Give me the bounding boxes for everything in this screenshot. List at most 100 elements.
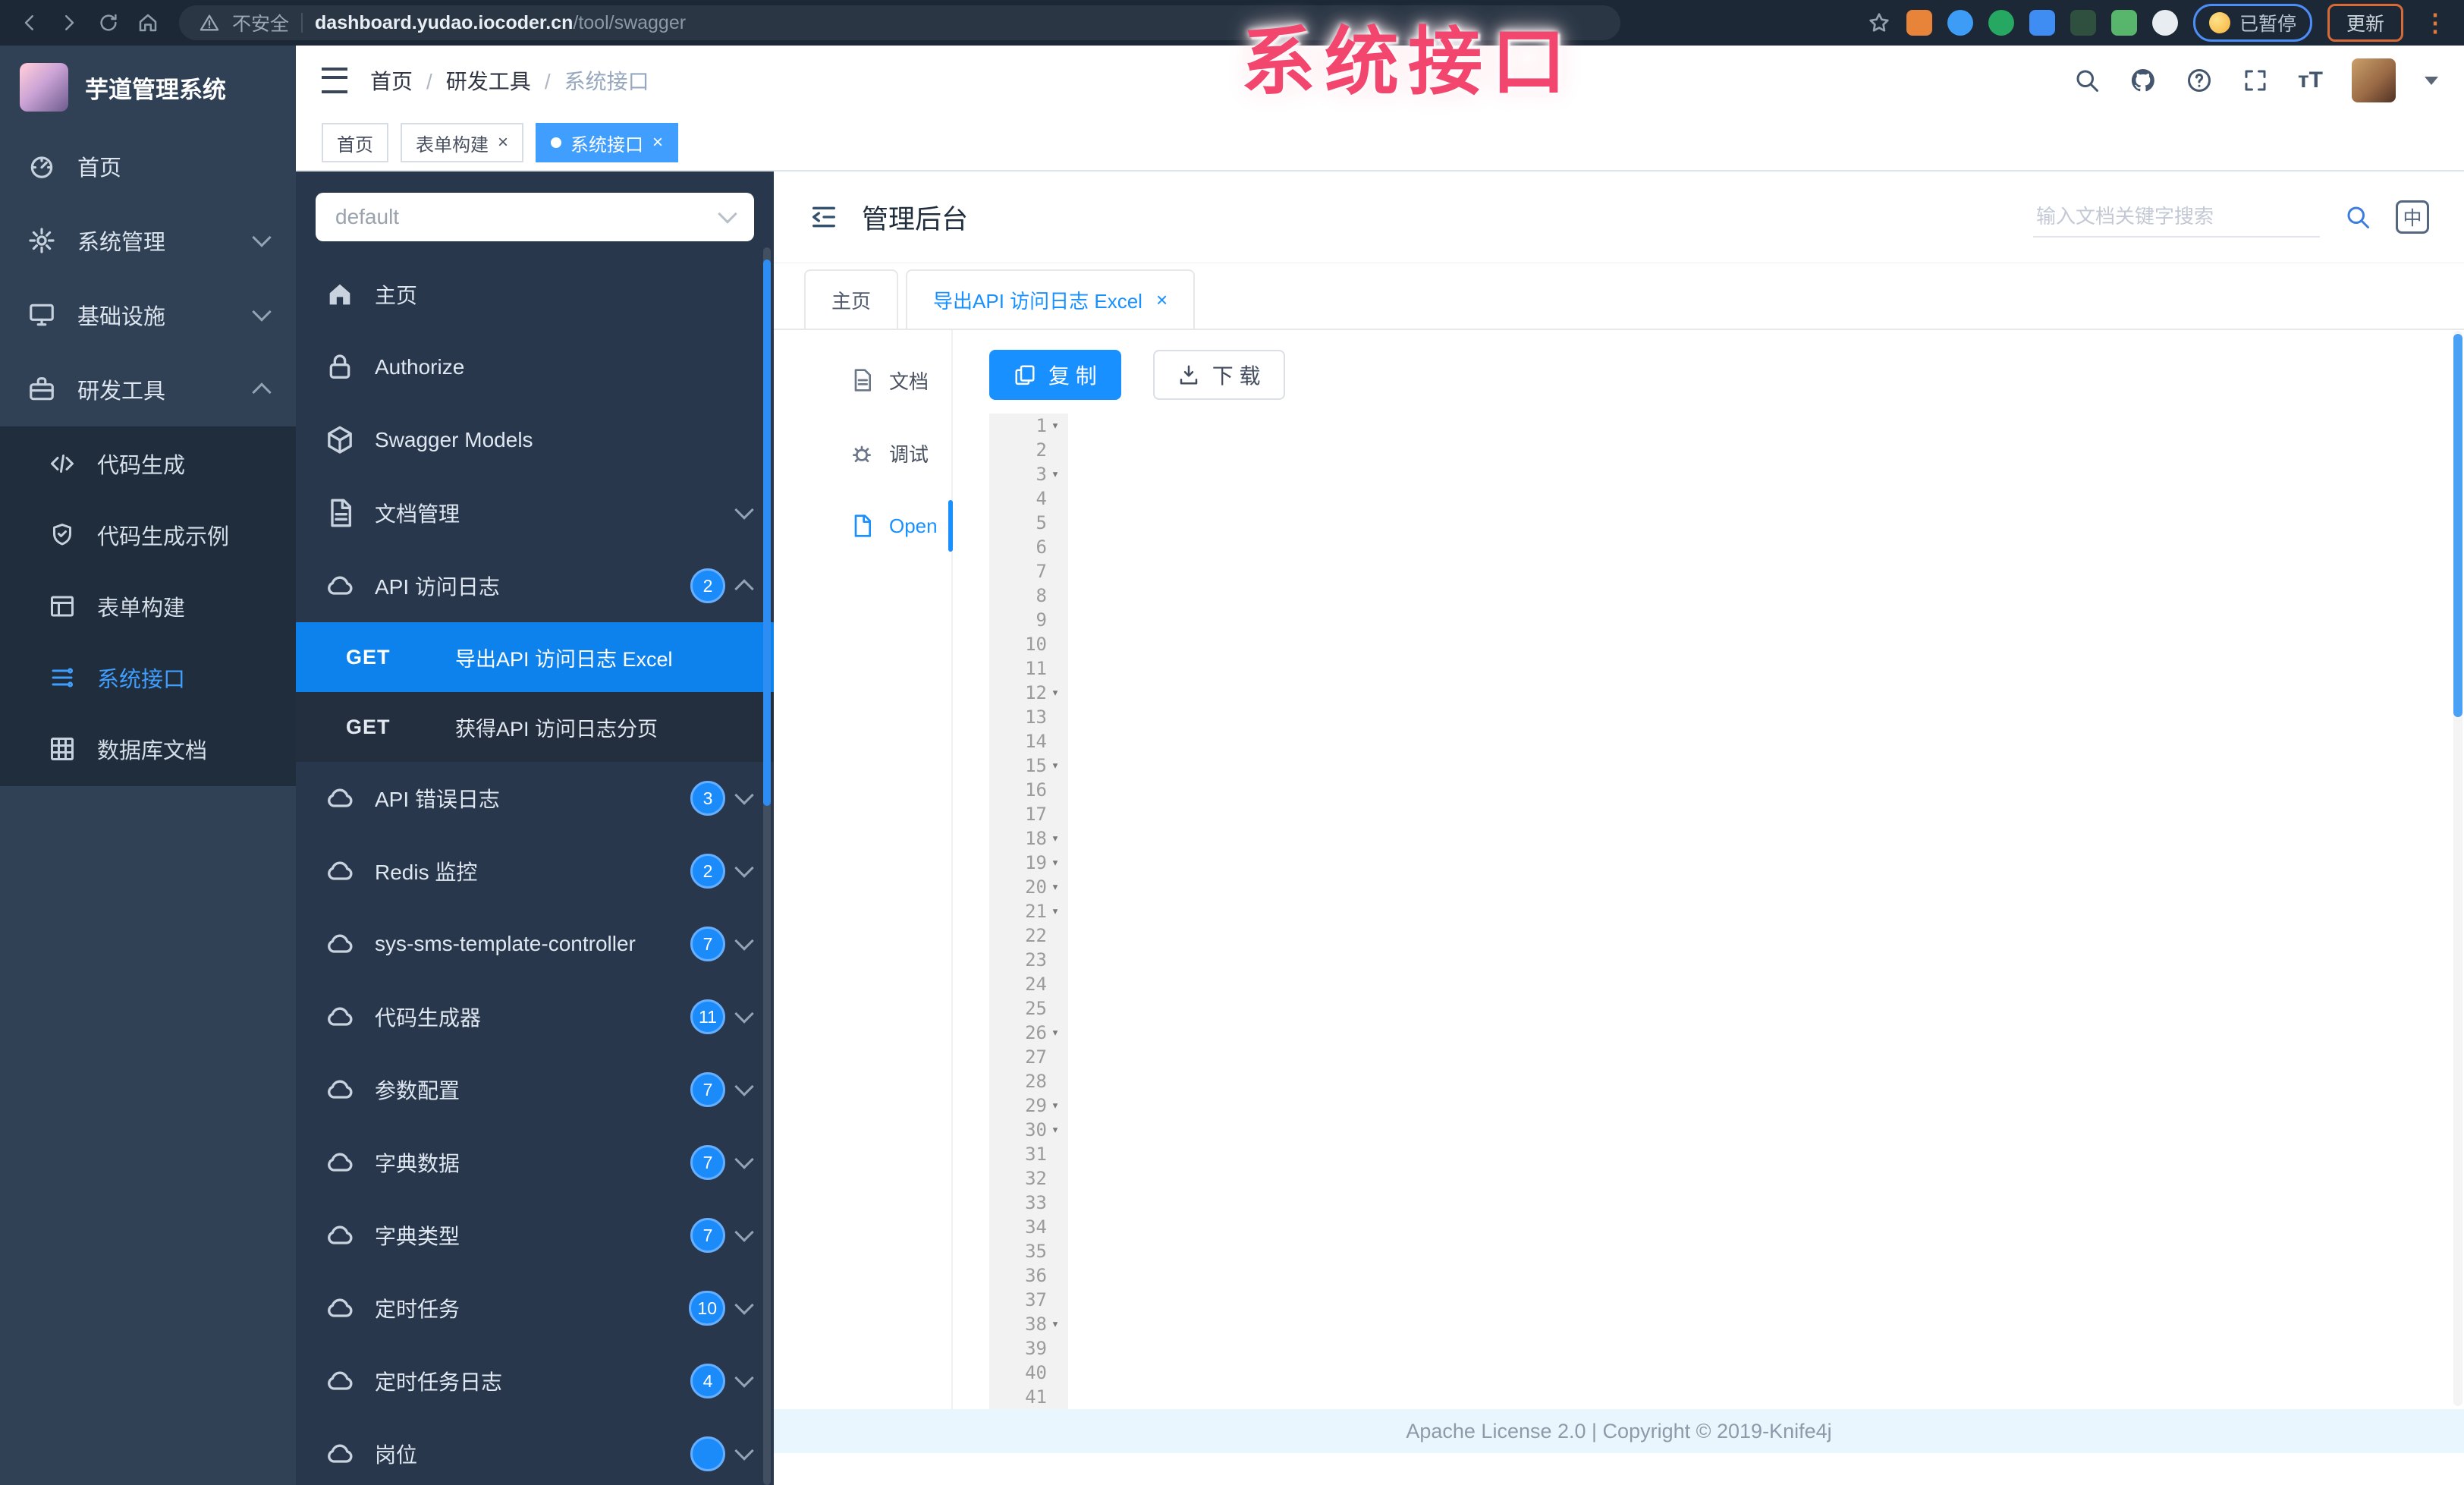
- fold-arrow-icon[interactable]: ▾: [1047, 1312, 1064, 1336]
- doc-search-icon[interactable]: [2344, 203, 2371, 231]
- fold-arrow-icon[interactable]: ▾: [1047, 1021, 1064, 1045]
- fold-arrow-icon[interactable]: ▾: [1047, 899, 1064, 923]
- swagger-group-item[interactable]: 代码生成器 11: [296, 980, 774, 1053]
- copy-button[interactable]: 复 制: [989, 350, 1121, 400]
- swagger-operation-item[interactable]: GET 导出API 访问日志 Excel: [296, 622, 774, 692]
- line-number: 32: [989, 1166, 1068, 1191]
- sidebar-menu-item[interactable]: 系统管理: [0, 203, 296, 278]
- fold-arrow-icon[interactable]: ▾: [1047, 414, 1064, 438]
- group-icon: [325, 425, 355, 455]
- sidebar-submenu-item[interactable]: 代码生成示例: [0, 499, 296, 571]
- swagger-group-item[interactable]: 定时任务 10: [296, 1272, 774, 1345]
- code-editor[interactable]: 1 ▾ 2 3 ▾ 4 5 6 7 8 9 10 11 12 ▾ 13 14 1…: [989, 414, 2464, 1409]
- download-button[interactable]: 下 载: [1152, 350, 1285, 400]
- sidebar-menu-item[interactable]: 基础设施: [0, 278, 296, 352]
- swagger-group-item[interactable]: 定时任务日志 4: [296, 1345, 774, 1417]
- forward-icon[interactable]: [52, 5, 86, 40]
- close-icon[interactable]: ×: [498, 134, 508, 152]
- breadcrumb-item[interactable]: 研发工具: [413, 65, 531, 96]
- sidebar-submenu-item[interactable]: 表单构建: [0, 571, 296, 642]
- fold-arrow-icon[interactable]: ▾: [1047, 1118, 1064, 1142]
- tag-tab[interactable]: 表单构建 ×: [401, 123, 524, 162]
- extension-icon[interactable]: [2110, 10, 2137, 36]
- breadcrumb-item[interactable]: 系统接口: [531, 65, 649, 96]
- bookmark-star-icon[interactable]: [1867, 11, 1891, 35]
- browser-update-button[interactable]: 更新: [2327, 4, 2403, 42]
- swagger-group-item[interactable]: API 错误日志 3: [296, 762, 774, 835]
- paused-extension-pill[interactable]: 已暂停: [2192, 4, 2312, 42]
- doc-tab[interactable]: 主页: [804, 269, 899, 329]
- swagger-group-item[interactable]: API 访问日志 2: [296, 549, 774, 622]
- collapse-sidebar-icon[interactable]: [809, 202, 839, 232]
- swagger-group-item[interactable]: 字典类型 7: [296, 1199, 774, 1272]
- search-icon[interactable]: [2073, 67, 2101, 94]
- fold-arrow-icon[interactable]: ▾: [1047, 681, 1064, 705]
- doc-menu-item[interactable]: 调试: [774, 417, 951, 489]
- app-logo[interactable]: 芋道管理系统: [0, 46, 296, 129]
- breadcrumb-label: 系统接口: [564, 70, 649, 93]
- swagger-group-item[interactable]: Swagger Models: [296, 404, 774, 477]
- doc-menu-item[interactable]: 文档: [774, 344, 951, 417]
- sidebar-submenu-item[interactable]: 系统接口: [0, 642, 296, 713]
- fold-arrow-icon[interactable]: ▾: [1047, 826, 1064, 851]
- extension-icon[interactable]: [1988, 10, 2014, 36]
- tag-tab[interactable]: 系统接口 ×: [536, 123, 679, 162]
- tag-tab[interactable]: 首页: [322, 123, 388, 162]
- fold-arrow-icon[interactable]: ▾: [1047, 754, 1064, 778]
- font-size-icon[interactable]: тT: [2298, 68, 2323, 93]
- doc-tab[interactable]: 导出API 访问日志 Excel ×: [906, 269, 1196, 329]
- swagger-group-item[interactable]: sys-sms-template-controller 7: [296, 908, 774, 980]
- fold-arrow-icon[interactable]: ▾: [1047, 1093, 1064, 1118]
- user-avatar[interactable]: [2352, 58, 2396, 102]
- help-icon[interactable]: [2186, 67, 2213, 94]
- swagger-group-item[interactable]: Authorize: [296, 331, 774, 404]
- sidebar-scrollbar-thumb[interactable]: [763, 260, 771, 806]
- swagger-operation-item[interactable]: GET 获得API 访问日志分页: [296, 692, 774, 762]
- extension-icon[interactable]: [2151, 10, 2178, 36]
- swagger-group-item[interactable]: Redis 监控 2: [296, 835, 774, 908]
- swagger-group-item[interactable]: 主页: [296, 258, 774, 331]
- swagger-group-item[interactable]: 文档管理: [296, 477, 774, 549]
- language-icon[interactable]: 中: [2396, 200, 2429, 234]
- api-group-select[interactable]: default: [316, 193, 754, 241]
- line-number: 7: [989, 559, 1068, 584]
- fold-arrow-icon[interactable]: ▾: [1047, 851, 1064, 875]
- fold-arrow-icon[interactable]: ▾: [1047, 462, 1064, 486]
- home-icon[interactable]: [130, 5, 165, 40]
- chevron-icon: [734, 931, 754, 951]
- extension-icon[interactable]: [2029, 10, 2055, 36]
- doc-menu-item[interactable]: Open: [774, 489, 953, 562]
- github-icon[interactable]: [2129, 67, 2157, 94]
- breadcrumb-item[interactable]: 首页: [370, 65, 413, 96]
- sidebar-submenu-item[interactable]: 数据库文档: [0, 713, 296, 785]
- address-bar[interactable]: 不安全 dashboard.yudao.iocoder.cn/tool/swag…: [179, 5, 1620, 40]
- reload-icon[interactable]: [91, 5, 126, 40]
- line-number: 31: [989, 1142, 1068, 1166]
- swagger-group-item[interactable]: 参数配置 7: [296, 1053, 774, 1126]
- fold-arrow-icon[interactable]: ▾: [1047, 875, 1064, 899]
- sidebar-menu-item[interactable]: 首页: [0, 129, 296, 203]
- avatar-caret-icon[interactable]: [2425, 76, 2438, 85]
- submenu-item-icon: [49, 664, 76, 691]
- fullscreen-icon[interactable]: [2242, 67, 2269, 94]
- close-icon[interactable]: ×: [1156, 288, 1168, 312]
- doc-search-input[interactable]: [2033, 197, 2320, 238]
- sidebar-submenu-item[interactable]: 代码生成: [0, 428, 296, 499]
- extension-icon[interactable]: [1906, 10, 1932, 36]
- extension-icon[interactable]: [2070, 10, 2096, 36]
- swagger-group-item[interactable]: 字典数据 7: [296, 1126, 774, 1199]
- close-icon[interactable]: ×: [652, 134, 663, 152]
- group-label: 代码生成器: [375, 1006, 482, 1030]
- swagger-group-item[interactable]: 岗位: [296, 1417, 774, 1485]
- browser-menu-icon[interactable]: ⋮: [2418, 8, 2452, 37]
- hamburger-icon[interactable]: [322, 68, 347, 93]
- back-icon[interactable]: [12, 5, 47, 40]
- sidebar-menu-item[interactable]: 研发工具: [0, 352, 296, 426]
- content-scrollbar-thumb[interactable]: [2453, 334, 2462, 717]
- extension-icon[interactable]: [1947, 10, 1973, 36]
